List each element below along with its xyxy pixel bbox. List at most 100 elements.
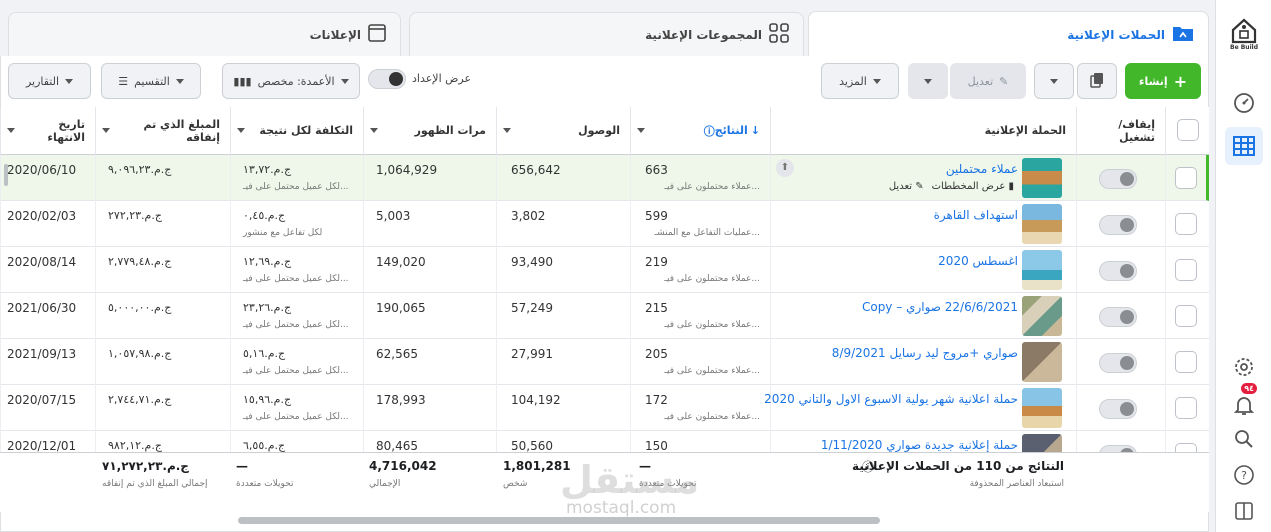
header-amount-spent[interactable]: المبلغ الذي تم إنفاقه (95, 107, 230, 155)
notifications-bell-icon[interactable]: ٩٤ (1225, 383, 1263, 424)
end-date-value: 2020/02/03 (7, 209, 77, 223)
campaign-on-off-toggle[interactable] (1099, 353, 1137, 373)
row-checkbox[interactable] (1175, 443, 1197, 452)
table-row[interactable]: 22/6/6/2021 صواري – Copy 215 عملاء محتمل… (0, 293, 1209, 339)
campaign-name-link[interactable]: استهداف القاهرة (934, 208, 1018, 222)
row-checkbox[interactable] (1175, 167, 1197, 189)
row-end-date-cell: 2020/07/15 (0, 385, 95, 431)
edit-dropdown-button[interactable] (908, 63, 948, 99)
row-checkbox[interactable] (1175, 397, 1197, 419)
panel-toggle-icon[interactable] (1225, 492, 1263, 530)
row-impressions-cell: 1,064,929 (363, 155, 496, 201)
campaign-name-link[interactable]: صواري +مروج ليد رسايل 8/9/2021 (832, 346, 1018, 360)
header-toggle: إيقاف/ تشغيل (1076, 107, 1165, 155)
row-end-date-cell: 2020/12/01 (0, 431, 95, 452)
campaign-name-link[interactable]: عملاء محتملين (946, 162, 1018, 176)
columns-button[interactable]: ▮▮▮ الأعمدة: مخصص (222, 63, 360, 99)
row-spent-cell: ج.م.١,٠٥٧,٩٨ (95, 339, 230, 385)
table-row[interactable]: صواري +مروج ليد رسايل 8/9/2021 205 عملاء… (0, 339, 1209, 385)
right-sidebar: Be Build ٩٤ ? (1215, 0, 1271, 532)
row-reach-cell: 3,802 (496, 201, 630, 247)
header-campaign[interactable]: الحملة الإعلانية (770, 107, 1076, 155)
campaign-on-off-toggle[interactable] (1099, 399, 1137, 419)
table-row[interactable]: اغسطس 2020 219 عملاء محتملون على فيـ... … (0, 247, 1209, 293)
campaign-thumbnail (1022, 434, 1062, 452)
row-checkbox[interactable] (1175, 351, 1197, 373)
campaign-on-off-toggle[interactable] (1099, 445, 1137, 452)
search-icon[interactable] (1225, 420, 1263, 458)
results-type: عملاء محتملون على فيـ... (664, 320, 760, 330)
create-button[interactable]: إنشاء + (1125, 63, 1201, 99)
settings-gear-icon[interactable] (1225, 348, 1263, 386)
header-end-date[interactable]: تاريخ الانتهاء (0, 107, 95, 155)
tab-ads[interactable]: الإعلانات (8, 12, 401, 56)
header-results[interactable]: ⓘ النتائج ↓ (630, 107, 770, 155)
campaign-on-off-toggle[interactable] (1099, 169, 1137, 189)
table-row[interactable]: استهداف القاهرة 599 عمليات التفاعل مع ال… (0, 201, 1209, 247)
totals-spent: ج.م.٧١,٢٧٢,٢٣ (102, 459, 189, 473)
breakdown-icon: ☰ (118, 74, 129, 88)
row-checkbox[interactable] (1175, 259, 1197, 281)
horizontal-scrollbar[interactable] (238, 517, 880, 524)
table-row[interactable]: حملة اعلانية شهر يولية الاسبوع الاول وال… (0, 385, 1209, 431)
help-icon[interactable]: ? (1225, 456, 1263, 494)
dashboard-gauge-icon[interactable] (1225, 84, 1263, 122)
spent-value: ج.م.٥,٠٠٠,٠٠ (108, 301, 172, 314)
scroll-up-icon[interactable]: ⬆ (776, 159, 794, 177)
row-checkbox[interactable] (1175, 213, 1197, 235)
ads-manager-table-icon[interactable] (1225, 127, 1263, 165)
impressions-value: 190,065 (376, 301, 426, 315)
row-select-cell (1165, 247, 1209, 293)
campaign-name-link[interactable]: حملة إعلانية جديدة صواري 1/11/2020 (821, 438, 1018, 452)
tab-ads-label: الإعلانات (309, 27, 361, 42)
header-select-all[interactable] (1165, 107, 1209, 155)
duplicate-dropdown-button[interactable] (1034, 63, 1074, 99)
cost-subtext: لكل تفاعل مع منشور (243, 228, 323, 238)
campaign-name-link[interactable]: 22/6/6/2021 صواري – Copy (862, 300, 1018, 314)
cost-subtext: لكل عميل محتمل على فيـ... (243, 182, 349, 192)
account-logo[interactable]: Be Build (1225, 12, 1263, 51)
row-toggle-cell (1076, 247, 1165, 293)
header-cost-per-result[interactable]: التكلفة لكل نتيجة (230, 107, 363, 155)
table-row[interactable]: حملة إعلانية جديدة صواري 1/11/2020 150 5… (0, 431, 1209, 452)
cost-value: ج.م.٠,٤٥ (243, 209, 286, 222)
campaign-on-off-toggle[interactable] (1099, 215, 1137, 235)
more-button[interactable]: المزيد (821, 63, 899, 99)
reports-button[interactable]: التقارير (8, 63, 91, 99)
reach-value: 656,642 (511, 163, 561, 177)
header-impressions[interactable]: مرات الظهور (363, 107, 496, 155)
reach-value: 57,249 (511, 301, 553, 315)
columns-icon: ▮▮▮ (233, 74, 252, 88)
campaign-on-off-toggle[interactable] (1099, 307, 1137, 327)
reach-value: 27,991 (511, 347, 553, 361)
row-campaign-cell: صواري +مروج ليد رسايل 8/9/2021 (770, 339, 1076, 385)
totals-impressions-sub: الإجمالي (369, 479, 401, 489)
tab-campaigns[interactable]: الحملات الإعلانية (808, 11, 1209, 57)
campaign-thumbnail (1022, 250, 1062, 290)
view-setup-toggle[interactable] (368, 69, 406, 89)
breakdown-button[interactable]: ☰ التقسيم (101, 63, 201, 99)
reach-value: 3,802 (511, 209, 546, 223)
chevron-down-icon (1050, 78, 1058, 84)
reach-value: 50,560 (511, 439, 553, 452)
campaign-on-off-toggle[interactable] (1099, 261, 1137, 281)
vertical-scrollbar[interactable] (4, 164, 8, 186)
header-reach[interactable]: الوصول (496, 107, 630, 155)
campaign-name-link[interactable]: حملة اعلانية شهر يولية الاسبوع الاول وال… (764, 392, 1018, 406)
campaign-name-link[interactable]: اغسطس 2020 (938, 254, 1018, 268)
row-reach-cell: 104,192 (496, 385, 630, 431)
header-cost-label: التكلفة لكل نتيجة (259, 124, 353, 137)
end-date-value: 2020/07/15 (7, 393, 77, 407)
view-charts-action[interactable]: ▮ عرض المخططات (932, 181, 1014, 192)
table-row[interactable]: عملاء محتملين ▮ عرض المخططات ✎ تعديل ⬆ 663… (0, 155, 1209, 201)
campaign-row-actions: ▮ عرض المخططات ✎ تعديل (889, 181, 1014, 192)
chevron-down-icon (924, 78, 932, 84)
results-value: 205 (645, 347, 668, 361)
duplicate-button[interactable] (1077, 63, 1117, 99)
select-all-checkbox[interactable] (1177, 119, 1199, 141)
edit-button[interactable]: تعديل ✎ (950, 63, 1026, 99)
results-value: 663 (645, 163, 668, 177)
row-checkbox[interactable] (1175, 305, 1197, 327)
tab-adsets[interactable]: المجموعات الإعلانية (409, 12, 804, 56)
edit-action[interactable]: ✎ تعديل (889, 181, 924, 192)
